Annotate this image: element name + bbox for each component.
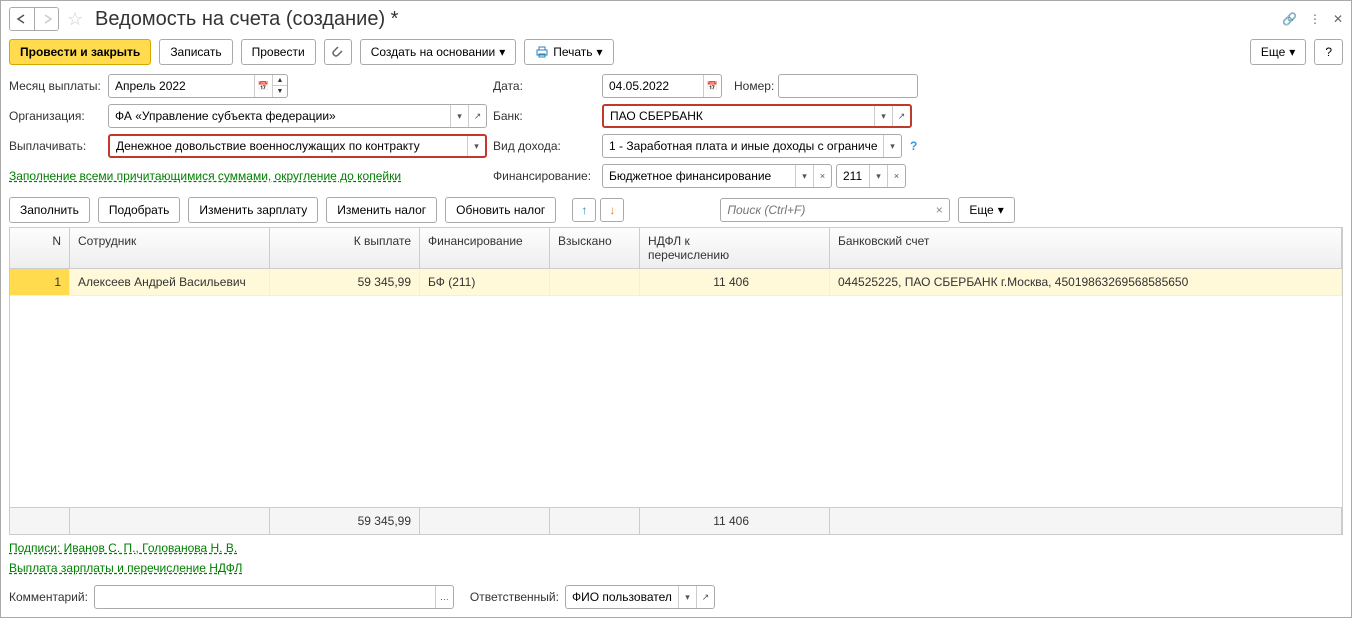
chevron-down-icon: ▾ — [499, 45, 505, 59]
date-label: Дата: — [493, 79, 598, 93]
responsible-input[interactable] — [566, 590, 678, 604]
post-button[interactable]: Провести — [241, 39, 316, 65]
finance-input[interactable] — [603, 169, 795, 183]
bank-label: Банк: — [493, 109, 598, 123]
calendar-icon[interactable]: 📅 — [703, 75, 721, 97]
month-up[interactable]: ▲ — [273, 75, 287, 86]
income-input[interactable] — [603, 139, 883, 153]
clear-icon[interactable]: × — [887, 165, 905, 187]
cell-employee: Алексеев Андрей Васильевич — [70, 269, 270, 295]
pay-input[interactable] — [110, 139, 467, 153]
chevron-down-icon: ▾ — [597, 45, 603, 59]
month-label: Месяц выплаты: — [9, 79, 104, 93]
page-title: Ведомость на счета (создание) * — [95, 8, 1278, 31]
save-button[interactable]: Записать — [159, 39, 232, 65]
comment-input[interactable] — [95, 590, 435, 604]
income-label: Вид дохода: — [493, 139, 598, 153]
signatures-link[interactable]: Подписи: Иванов С. П., Голованова Н. В. — [9, 541, 1343, 555]
kebab-menu-icon[interactable]: ⋮ — [1309, 12, 1321, 26]
dropdown-icon[interactable]: ▾ — [795, 165, 813, 187]
fill-button[interactable]: Заполнить — [9, 197, 90, 223]
open-icon[interactable]: ↗ — [892, 106, 910, 126]
dropdown-icon[interactable]: ▾ — [450, 105, 468, 127]
responsible-label: Ответственный: — [470, 590, 559, 604]
total-ndfl: 11 406 — [640, 508, 830, 534]
chevron-down-icon: ▾ — [998, 203, 1004, 217]
col-financing[interactable]: Финансирование — [420, 228, 550, 268]
dropdown-icon[interactable]: ▾ — [883, 135, 901, 157]
calendar-icon[interactable]: 📅 — [254, 75, 272, 97]
move-up-button[interactable]: ↑ — [572, 198, 596, 222]
cell-payable: 59 345,99 — [270, 269, 420, 295]
attach-button[interactable] — [324, 39, 352, 65]
search-input[interactable] — [721, 203, 929, 217]
month-input[interactable] — [109, 79, 254, 93]
clear-icon[interactable]: × — [813, 165, 831, 187]
col-payable[interactable]: К выплате — [270, 228, 420, 268]
create-based-on-button[interactable]: Создать на основании ▾ — [360, 39, 517, 65]
open-icon[interactable]: ↗ — [696, 586, 714, 608]
bank-input[interactable] — [604, 109, 874, 123]
favorite-icon[interactable]: ☆ — [67, 9, 87, 29]
help-icon[interactable]: ? — [910, 139, 917, 153]
print-button[interactable]: Печать ▾ — [524, 39, 613, 65]
ellipsis-icon[interactable]: … — [435, 586, 453, 608]
col-employee[interactable]: Сотрудник — [70, 228, 270, 268]
dropdown-icon[interactable]: ▾ — [874, 106, 892, 126]
cell-ndfl: 11 406 — [640, 269, 830, 295]
org-label: Организация: — [9, 109, 104, 123]
employee-grid: N Сотрудник К выплате Финансирование Взы… — [9, 227, 1343, 535]
month-down[interactable]: ▼ — [273, 86, 287, 97]
payout-link[interactable]: Выплата зарплаты и перечисление НДФЛ — [9, 561, 1343, 575]
dropdown-icon[interactable]: ▾ — [678, 586, 696, 608]
close-icon[interactable]: ✕ — [1333, 12, 1343, 26]
search-clear-icon[interactable]: × — [929, 203, 949, 217]
post-and-close-button[interactable]: Провести и закрыть — [9, 39, 151, 65]
table-more-button[interactable]: Еще ▾ — [958, 197, 1014, 223]
date-input[interactable] — [603, 79, 703, 93]
col-ndfl[interactable]: НДФЛ к перечислению — [640, 228, 830, 268]
printer-icon — [535, 46, 549, 58]
link-icon[interactable]: 🔗 — [1282, 12, 1297, 26]
help-button[interactable]: ? — [1314, 39, 1343, 65]
cell-financing: БФ (211) — [420, 269, 550, 295]
org-input[interactable] — [109, 109, 450, 123]
chevron-down-icon: ▾ — [1289, 45, 1295, 59]
move-down-button[interactable]: ↓ — [600, 198, 624, 222]
cell-collected — [550, 269, 640, 295]
dropdown-icon[interactable]: ▾ — [467, 136, 485, 156]
col-bank[interactable]: Банковский счет — [830, 228, 1342, 268]
nav-forward-button[interactable] — [34, 8, 58, 30]
more-button[interactable]: Еще ▾ — [1250, 39, 1306, 65]
edit-salary-button[interactable]: Изменить зарплату — [188, 197, 318, 223]
pick-button[interactable]: Подобрать — [98, 197, 180, 223]
number-label: Номер: — [734, 79, 774, 93]
comment-label: Комментарий: — [9, 590, 88, 604]
fill-link[interactable]: Заполнение всеми причитающимися суммами,… — [9, 169, 401, 183]
nav-back-button[interactable] — [10, 8, 34, 30]
update-tax-button[interactable]: Обновить налог — [445, 197, 556, 223]
edit-tax-button[interactable]: Изменить налог — [326, 197, 437, 223]
col-collected[interactable]: Взыскано — [550, 228, 640, 268]
dropdown-icon[interactable]: ▾ — [869, 165, 887, 187]
col-n[interactable]: N — [10, 228, 70, 268]
finance-label: Финансирование: — [493, 169, 598, 183]
pay-label: Выплачивать: — [9, 139, 104, 153]
total-payable: 59 345,99 — [270, 508, 420, 534]
number-input[interactable] — [779, 79, 917, 93]
table-row[interactable]: 1 Алексеев Андрей Васильевич 59 345,99 Б… — [10, 269, 1342, 296]
finance-code-input[interactable] — [837, 169, 869, 183]
open-icon[interactable]: ↗ — [468, 105, 486, 127]
cell-n: 1 — [10, 269, 70, 295]
cell-bank: 044525225, ПАО СБЕРБАНК г.Москва, 450198… — [830, 269, 1342, 295]
